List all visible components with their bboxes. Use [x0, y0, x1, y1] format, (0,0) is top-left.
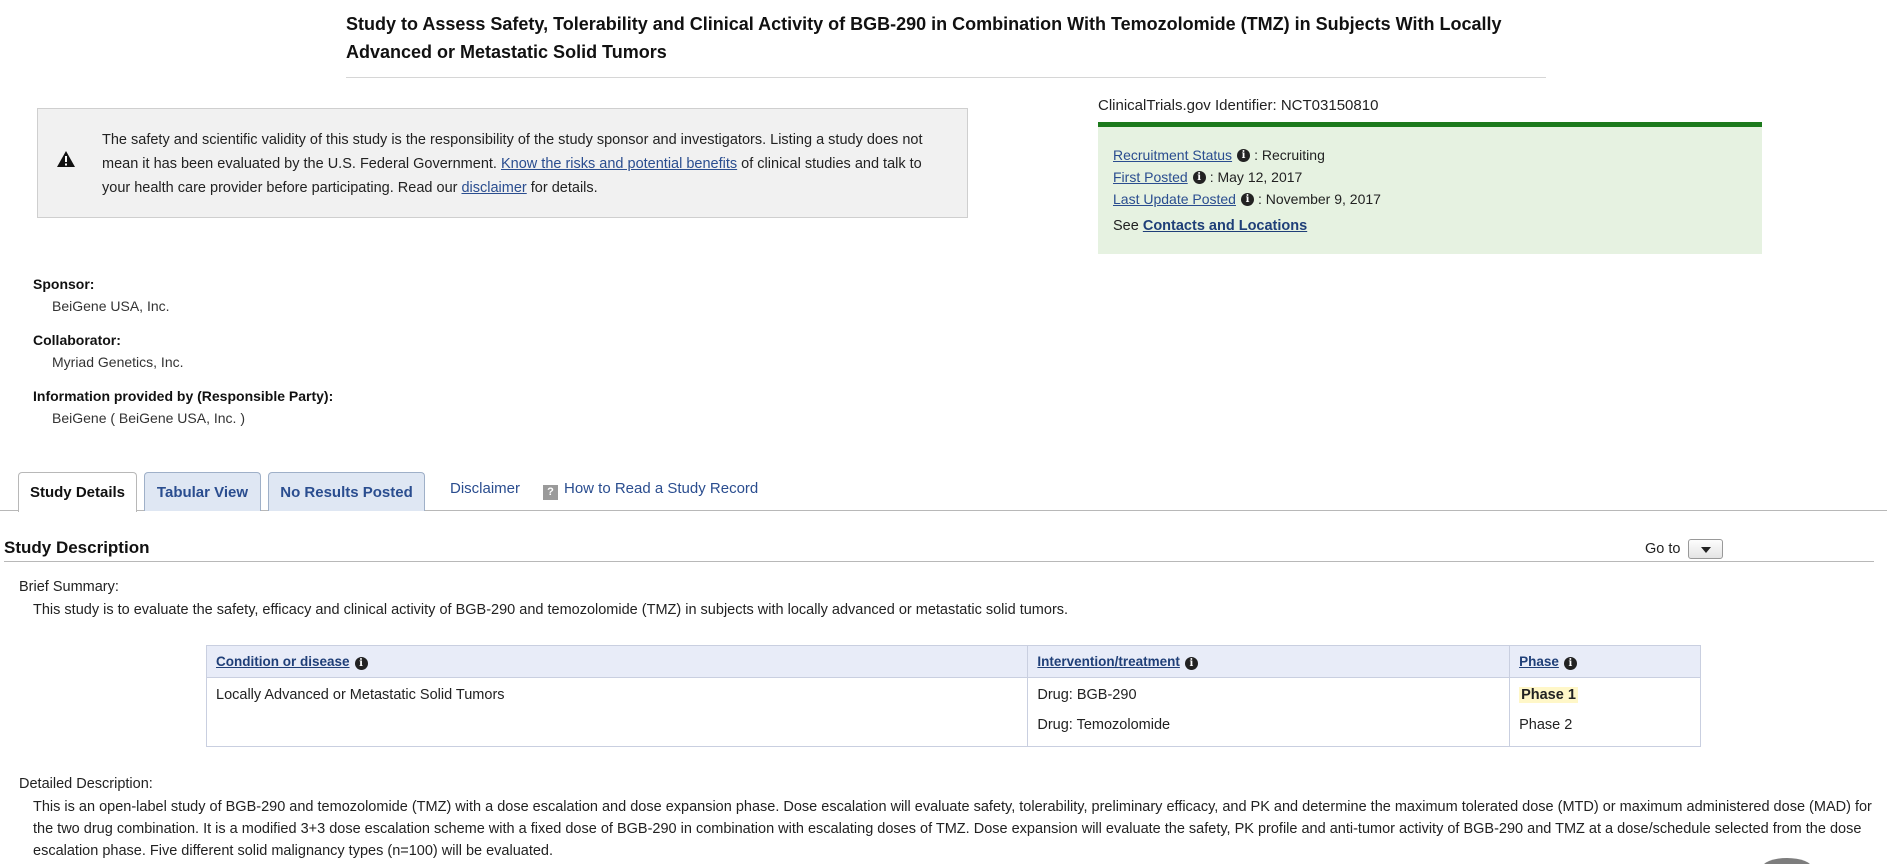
first-posted-link[interactable]: First Posted	[1113, 166, 1188, 188]
phase-cell: Phase 1 Phase 2	[1509, 677, 1701, 747]
disclaimer-tab-link[interactable]: Disclaimer	[450, 480, 520, 497]
title-divider	[346, 77, 1546, 78]
table-row: Locally Advanced or Metastatic Solid Tum…	[205, 677, 1701, 747]
section-divider	[4, 561, 1874, 562]
risks-benefits-link[interactable]: Know the risks and potential benefits	[501, 156, 737, 172]
brief-summary-label: Brief Summary:	[19, 579, 119, 595]
brief-summary-text: This study is to evaluate the safety, ef…	[33, 602, 1069, 618]
info-icon[interactable]: i	[1563, 656, 1577, 670]
info-icon[interactable]: i	[1240, 192, 1254, 206]
phase-item: Phase 1	[1519, 686, 1691, 716]
recruitment-status-link[interactable]: Recruitment Status	[1113, 144, 1232, 166]
question-icon: ?	[543, 485, 558, 500]
nct-number: NCT03150810	[1280, 97, 1379, 114]
intervention-item: Drug: Temozolomide	[1037, 717, 1171, 733]
last-update-link[interactable]: Last Update Posted	[1113, 188, 1236, 210]
tab-tabular-view[interactable]: Tabular View	[144, 472, 261, 511]
header-phase[interactable]: Phase i	[1509, 645, 1701, 678]
section-title-study-description: Study Description	[4, 538, 150, 557]
see-contacts-line: See Contacts and Locations	[1113, 218, 1308, 234]
header-intervention[interactable]: Intervention/treatment i	[1027, 645, 1511, 678]
collaborator-value: Myriad Genetics, Inc.	[52, 354, 184, 370]
info-icon[interactable]: i	[1237, 148, 1251, 162]
phase-item: Phase 2	[1519, 717, 1573, 733]
last-update-value: : November 9, 2017	[1257, 191, 1381, 207]
page-title: Study to Assess Safety, Tolerability and…	[346, 14, 1502, 62]
recruitment-status-value: : Recruiting	[1254, 147, 1325, 163]
collaborator-label: Collaborator:	[33, 332, 121, 348]
status-lines: Recruitment Status i: Recruiting First Po…	[1113, 144, 1381, 210]
tab-study-details[interactable]: Study Details	[18, 472, 137, 512]
detailed-description-label: Detailed Description:	[19, 776, 153, 792]
condition-cell: Locally Advanced or Metastatic Solid Tum…	[205, 677, 1029, 747]
contacts-locations-link[interactable]: Contacts and Locations	[1143, 218, 1307, 234]
warning-icon	[57, 151, 75, 167]
disclaimer-text: The safety and scientific validity of th…	[102, 132, 923, 196]
disclaimer-link[interactable]: disclaimer	[461, 180, 526, 196]
intervention-item: Drug: BGB-290	[1037, 687, 1137, 703]
goto-dropdown-button[interactable]	[1688, 539, 1724, 559]
intervention-cell: Drug: BGB-290 Drug: Temozolomide	[1027, 677, 1511, 747]
conditions-table: Condition or disease i Intervention/treat…	[205, 645, 1701, 747]
table-header-row: Condition or disease i Intervention/treat…	[205, 645, 1701, 678]
goto-control: Go to	[1645, 539, 1724, 559]
tab-no-results-posted[interactable]: No Results Posted	[268, 472, 425, 511]
phase-highlight: Phase 1	[1519, 687, 1578, 703]
detailed-description-text: This is an open-label study of BGB-290 a…	[33, 799, 1872, 859]
recruitment-status-row: Recruitment Status i: Recruiting	[1113, 144, 1381, 166]
sponsor-label: Sponsor:	[33, 276, 95, 292]
header-condition[interactable]: Condition or disease i	[205, 645, 1029, 678]
how-to-read-link[interactable]: ? How to Read a Study Record	[543, 480, 758, 500]
responsible-party-label: Information provided by (Responsible Par…	[33, 388, 334, 404]
last-update-row: Last Update Posted i: November 9, 2017	[1113, 188, 1381, 210]
first-posted-value: : May 12, 2017	[1209, 169, 1303, 185]
responsible-party-value: BeiGene ( BeiGene USA, Inc. )	[52, 410, 245, 426]
sponsor-value: BeiGene USA, Inc.	[52, 298, 170, 314]
info-icon[interactable]: i	[1184, 656, 1198, 670]
first-posted-row: First Posted i: May 12, 2017	[1113, 166, 1381, 188]
info-icon[interactable]: i	[354, 656, 368, 670]
study-identifier: ClinicalTrials.gov Identifier: NCT031508…	[1098, 97, 1379, 114]
info-icon[interactable]: i	[1192, 170, 1206, 184]
